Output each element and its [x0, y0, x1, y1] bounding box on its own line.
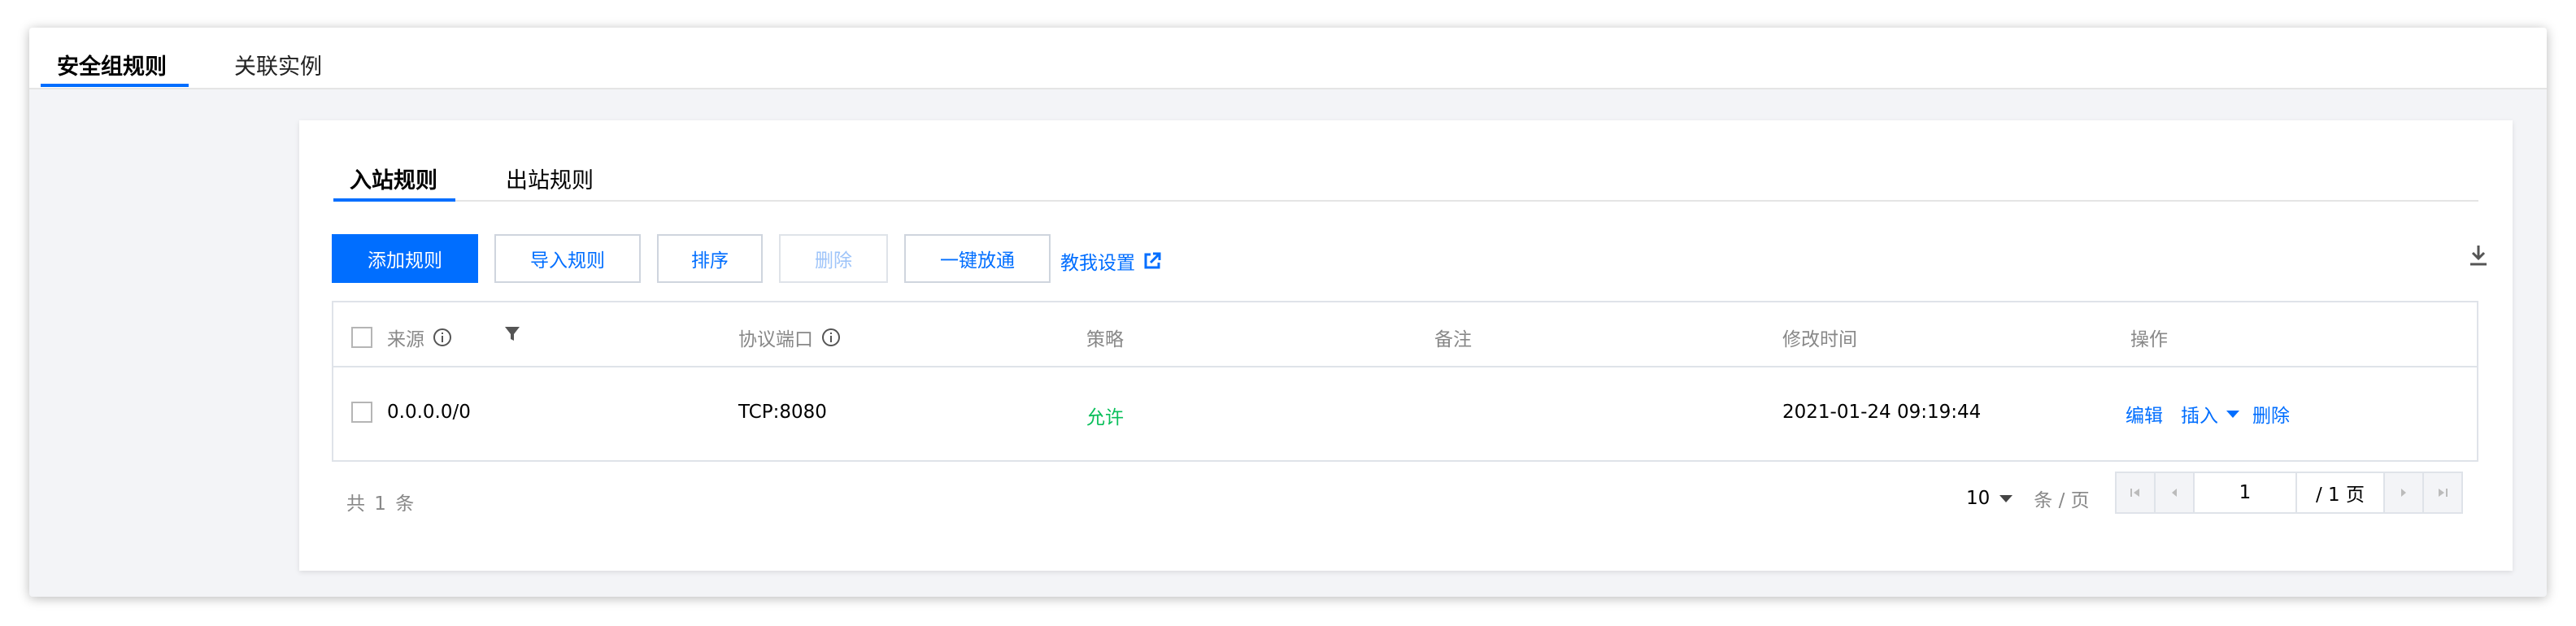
cell-actions: 编辑 插入 删除: [2126, 400, 2290, 428]
cell-source: 0.0.0.0/0: [351, 402, 471, 423]
header-remark: 备注: [1434, 329, 1472, 350]
allow-all-button[interactable]: 一键放通: [904, 234, 1051, 283]
next-page-button[interactable]: [2383, 473, 2422, 512]
filter-icon[interactable]: [504, 325, 520, 343]
prev-page-button[interactable]: [2156, 473, 2195, 512]
tab-inbound-rules[interactable]: 入站规则: [350, 163, 437, 194]
select-all-checkbox[interactable]: [351, 327, 372, 348]
header-source: 来源: [351, 324, 452, 351]
insert-link[interactable]: 插入: [2181, 400, 2218, 428]
sort-button[interactable]: 排序: [657, 234, 763, 283]
page-size-unit: 条 / 页: [2034, 490, 2090, 511]
guide-link[interactable]: 教我设置: [1060, 247, 1161, 275]
cell-modified-time: 2021-01-24 09:19:44: [1782, 402, 1982, 423]
next-page-icon: [2401, 489, 2406, 497]
rules-table: 来源 协议端口 策略 备注 修改时间 操作 0.0.0.0/0 TCP:8080…: [332, 301, 2478, 462]
tab-outbound-rules[interactable]: 出站规则: [506, 163, 594, 194]
delete-link[interactable]: 删除: [2252, 400, 2290, 428]
tab-associated-instances[interactable]: 关联实例: [234, 49, 322, 80]
add-rule-button[interactable]: 添加规则: [332, 234, 478, 283]
last-page-button[interactable]: [2422, 473, 2461, 512]
active-subtab-indicator: [333, 198, 455, 202]
page-number-input[interactable]: 1: [2195, 473, 2297, 512]
total-count: 共 1 条: [346, 493, 416, 515]
security-group-panel: 安全组规则 关联实例 入站规则 出站规则 添加规则 导入规则 排序 删除 一键放…: [29, 28, 2547, 597]
top-tab-bar: 安全组规则 关联实例: [29, 28, 2547, 89]
last-page-icon: [2439, 489, 2448, 497]
external-link-icon: [1144, 252, 1161, 269]
table-header: 来源 协议端口 策略 备注 修改时间 操作: [333, 302, 2477, 367]
header-modified-time: 修改时间: [1782, 329, 1857, 350]
header-protocol-port-label: 协议端口: [738, 329, 813, 350]
header-actions: 操作: [2130, 329, 2168, 350]
header-policy: 策略: [1086, 329, 1124, 350]
rules-card: 入站规则 出站规则 添加规则 导入规则 排序 删除 一键放通 教我设置 来源 协…: [299, 120, 2513, 571]
guide-link-label: 教我设置: [1060, 253, 1135, 274]
source-value: 0.0.0.0/0: [387, 402, 471, 423]
delete-button[interactable]: 删除: [779, 234, 888, 283]
total-pages: / 1 页: [2297, 473, 2383, 512]
page-size-value: 10: [1966, 488, 1991, 509]
edit-link[interactable]: 编辑: [2126, 400, 2163, 428]
first-page-icon: [2130, 489, 2139, 497]
import-rules-button[interactable]: 导入规则: [494, 234, 641, 283]
page-size-selector[interactable]: 10 条 / 页: [1966, 485, 2090, 512]
header-source-label: 来源: [387, 329, 424, 350]
pagination: 1 / 1 页: [2115, 472, 2463, 514]
chevron-down-icon: [1999, 494, 2013, 502]
chevron-down-icon[interactable]: [2226, 410, 2239, 418]
prev-page-icon: [2172, 489, 2177, 497]
cell-protocol-port: TCP:8080: [738, 402, 827, 423]
cell-policy: 允许: [1086, 407, 1124, 428]
download-icon[interactable]: [2469, 244, 2488, 267]
active-tab-indicator: [41, 84, 189, 87]
header-protocol-port: 协议端口: [738, 324, 841, 351]
subtab-divider: [333, 200, 2478, 202]
info-icon[interactable]: [433, 328, 452, 347]
tab-security-group-rules[interactable]: 安全组规则: [57, 49, 167, 80]
row-checkbox[interactable]: [351, 402, 372, 423]
first-page-button[interactable]: [2117, 473, 2156, 512]
info-icon[interactable]: [821, 328, 841, 347]
